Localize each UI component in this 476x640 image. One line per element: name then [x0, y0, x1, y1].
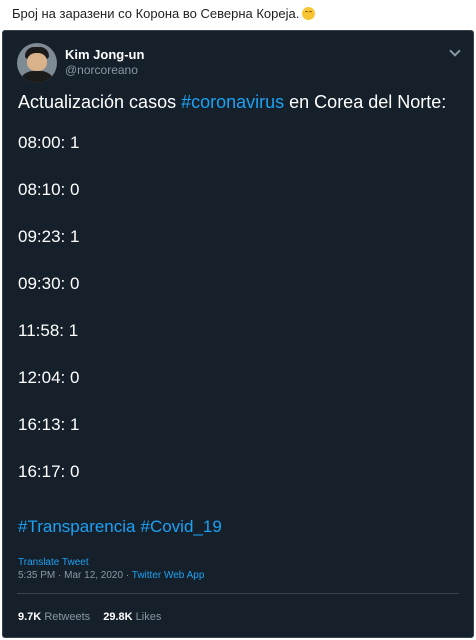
case-entry: 09:30: 0	[18, 274, 80, 293]
post-caption-text: Број на заразени со Корона во Северна Ко…	[12, 6, 300, 21]
user-handle[interactable]: @norcoreano	[65, 63, 138, 77]
timestamp[interactable]: 5:35 PM · Mar 12, 2020 ·	[18, 570, 132, 581]
chevron-down-icon[interactable]	[449, 45, 461, 57]
tweet-intro: Actualización casos #coronavirus en Core…	[18, 91, 458, 133]
tweet-card: Kim Jong-un @norcoreano Actualización ca…	[2, 30, 474, 638]
hashtag-link[interactable]: #Covid_19	[141, 517, 222, 536]
case-entry: 12:04: 0	[18, 368, 80, 387]
tweet-stats: 9.7K Retweets 29.8K Likes	[18, 611, 161, 623]
hashtag-link[interactable]: #coronavirus	[181, 92, 284, 112]
tweet-meta: 5:35 PM · Mar 12, 2020 · Twitter Web App	[18, 570, 204, 581]
retweets-stat[interactable]: 9.7K Retweets	[18, 611, 90, 623]
smiling-face-icon	[302, 7, 316, 20]
case-entry: 08:00: 1	[18, 133, 80, 152]
likes-count: 29.8K	[103, 611, 133, 623]
retweets-count: 9.7K	[18, 611, 42, 623]
case-entry: 16:13: 1	[18, 415, 80, 434]
hashtag-link[interactable]: #Transparencia	[18, 517, 136, 536]
intro-text-end: en Corea del Norte:	[284, 92, 447, 112]
case-entry: 11:58: 1	[18, 321, 79, 340]
translate-tweet-link[interactable]: Translate Tweet	[18, 557, 89, 568]
source-link[interactable]: Twitter Web App	[132, 570, 205, 581]
likes-stat[interactable]: 29.8K Likes	[103, 611, 161, 623]
post-caption: Број на заразени со Корона во Северна Ко…	[12, 5, 467, 22]
hashtag-row: #Transparencia #Covid_19	[18, 517, 222, 537]
tweet-text: Actualización casos #coronavirus en Core…	[18, 91, 458, 509]
intro-text: Actualización casos	[18, 92, 182, 112]
case-entry: 08:10: 0	[18, 180, 80, 199]
avatar[interactable]	[17, 43, 57, 83]
retweets-label: Retweets	[44, 611, 91, 623]
likes-label: Likes	[135, 611, 162, 623]
case-entry: 09:23: 1	[18, 227, 80, 246]
divider	[17, 593, 459, 594]
user-name[interactable]: Kim Jong-un	[65, 47, 144, 62]
case-entry: 16:17: 0	[18, 462, 80, 481]
